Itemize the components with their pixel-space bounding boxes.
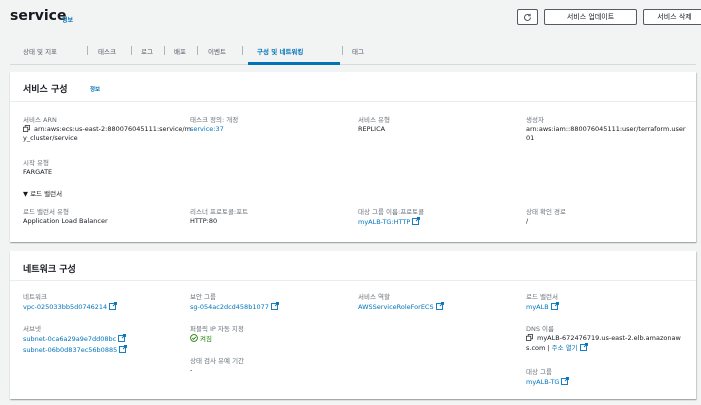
tab-events[interactable]: 이벤트 [208,46,226,56]
info-link[interactable]: 정보 [62,15,73,24]
external-link-icon [270,302,279,310]
subnet-link[interactable]: subnet-06b0d837ec56b0885 [23,345,128,355]
security-group-text: sg-054ac2dcd458b1077 [190,303,269,311]
page-header: service 정보 서비스 업데이트 서비스 삭제 [10,8,701,28]
subnet-link[interactable]: subnet-0ca6a29a9e7dd08bc [23,334,127,344]
success-check-icon [190,334,198,342]
listener-label: 리스너 프로토콜:포트 [190,208,249,216]
service-role-text: AWSServiceRoleForECS [358,303,434,311]
lb-type-label: 로드 밸런서 유형 [23,208,69,216]
copy-icon[interactable] [23,125,30,132]
tab-divider [131,46,132,55]
creator-label: 생성자 [526,116,544,124]
info-link[interactable]: 정보 [90,85,100,93]
tab-divider [242,46,243,55]
tab-divider [87,46,88,55]
creator-value: arn:aws:iam::880076045111:user/terraform… [526,125,686,142]
load-balancer-section-label: 로드 밸런서 [30,190,63,198]
subnet-text: subnet-06b0d837ec56b0885 [23,346,118,354]
section-title: 서비스 구성 [23,85,68,95]
launch-type-value: FARGATE [23,168,53,176]
dns-name-value: myALB-672476719.us-east-2.elb.amazonaws.… [526,334,681,352]
caret-down-icon: ▼ [23,190,28,198]
refresh-button[interactable] [517,9,538,25]
public-ip-label: 퍼블릭 IP 자동 지정 [190,325,244,333]
lb-type-value: Application Load Balancer [23,217,108,225]
security-group-label: 보안 그룹 [190,293,216,301]
tab-configuration-networking[interactable]: 구성 및 네트워킹 [257,46,303,56]
card-header: 서비스 구성 정보 [10,72,696,102]
dns-name-label: DNS 이름 [526,325,555,333]
network-config-card: 네트워크 구성 네트워크 vpc-025033bb5d0746214 서브넷 s… [10,251,696,399]
open-address-link[interactable]: 주소 열기 [551,343,588,352]
health-check-path-label: 상태 확인 경로 [526,208,567,216]
public-ip-status: 켜짐 [190,334,212,344]
tab-divider [164,46,165,55]
external-link-icon [119,345,128,353]
load-balancer-text: myALB [526,303,549,311]
load-balancer-label: 로드 밸런서 [526,293,558,301]
tab-tags[interactable]: 태그 [352,46,364,56]
section-title: 네트워크 구성 [23,265,76,275]
tab-divider [342,46,343,55]
task-definition-link[interactable]: service:37 [190,125,224,134]
health-grace-value: - [190,366,193,374]
vpc-link[interactable]: vpc-025033bb5d0746214 [23,302,118,312]
subnet-label: 서브넷 [23,325,41,333]
external-link-icon [579,343,588,351]
load-balancer-link[interactable]: myALB [526,302,559,312]
target-group-protocol-link[interactable]: myALB-TG:HTTP [358,217,421,227]
service-type-value: REPLICA [358,125,386,133]
public-ip-value: 켜짐 [200,335,212,343]
active-tab-indicator [248,62,340,65]
network-label: 네트워크 [23,293,47,301]
target-group-text: myALB-TG [526,378,560,386]
page-title: service [10,8,67,24]
target-group-protocol-text: myALB-TG:HTTP [358,218,411,226]
service-role-link[interactable]: AWSServiceRoleForECS [358,302,444,312]
card-header: 네트워크 구성 [10,251,696,281]
service-role-label: 서비스 역할 [358,293,390,301]
service-arn-value: arn:aws:ecs:us-east-2:880076045111:servi… [23,125,193,143]
external-link-icon [550,302,559,310]
external-link-icon [561,377,570,385]
service-type-label: 서비스 유형 [358,116,390,124]
load-balancer-toggle[interactable]: ▼ 로드 밸런서 [23,188,62,198]
target-group-label: 대상 그룹 [526,368,552,376]
service-arn-label: 서비스 ARN [23,116,57,124]
delete-service-button[interactable]: 서비스 삭제 [643,9,701,25]
health-check-path-value: / [526,217,529,225]
health-grace-label: 상태 검사 유예 기간 [190,357,245,365]
tab-tasks[interactable]: 태스크 [98,46,116,56]
arn-text: arn:aws:ecs:us-east-2:880076045111:servi… [23,125,191,142]
tab-health-metrics[interactable]: 상태 및 지표 [23,46,57,56]
target-group-link[interactable]: myALB-TG [526,377,570,387]
security-group-link[interactable]: sg-054ac2dcd458b1077 [190,302,279,312]
tab-bar: 상태 및 지표 태스크 로그 배포 이벤트 구성 및 네트워킹 태그 [10,40,696,65]
dns-text: myALB-672476719.us-east-2.elb.amazonaws.… [526,334,681,352]
vpc-text: vpc-025033bb5d0746214 [23,303,108,311]
tab-deployments[interactable]: 배포 [174,46,186,56]
open-address-text: 주소 열기 [551,344,578,352]
listener-value: HTTP:80 [190,217,218,225]
copy-icon[interactable] [526,334,533,341]
external-link-icon [435,302,444,310]
external-link-icon [412,217,421,225]
task-definition-label: 태스크 정의: 개정 [190,116,239,124]
external-link-icon [109,302,118,310]
service-config-card: 서비스 구성 정보 서비스 ARN arn:aws:ecs:us-east-2:… [10,72,696,242]
tab-divider [197,46,198,55]
external-link-icon [118,334,127,342]
tab-logs[interactable]: 로그 [141,46,153,56]
launch-type-label: 시작 유형 [23,159,49,167]
subnet-text: subnet-0ca6a29a9e7dd08bc [23,335,117,343]
refresh-icon [523,13,532,21]
target-group-protocol-label: 대상 그룹 이름:프로토콜 [358,208,425,216]
update-service-button[interactable]: 서비스 업데이트 [544,9,637,25]
